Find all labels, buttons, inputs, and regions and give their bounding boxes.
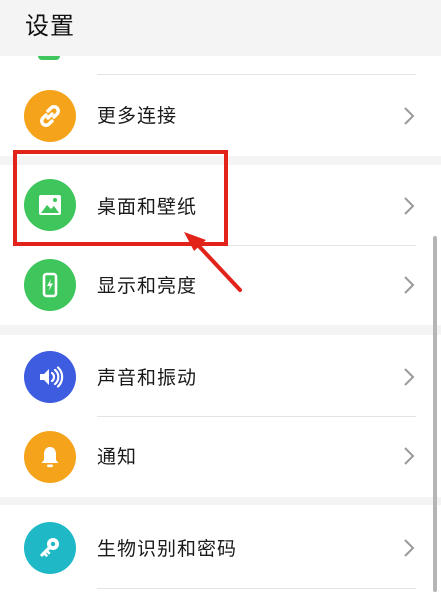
- partial-icon-top: [38, 56, 60, 60]
- settings-item-label: 生物识别和密码: [97, 538, 238, 560]
- settings-item-label: 更多连接: [97, 105, 178, 127]
- scrollbar[interactable]: [433, 236, 437, 592]
- chevron-right-icon: [404, 197, 415, 215]
- chevron-right-icon: [404, 539, 415, 557]
- chevron-right-icon: [404, 368, 415, 386]
- settings-item-label: 显示和亮度: [97, 275, 198, 297]
- settings-item-label: 声音和振动: [97, 367, 198, 389]
- chevron-right-icon: [404, 107, 415, 125]
- bell-icon: [24, 431, 76, 483]
- page-title: 设置: [25, 12, 75, 40]
- settings-item-more-connections[interactable]: 更多连接: [0, 74, 441, 158]
- key-icon: [24, 522, 76, 574]
- link-icon: [24, 90, 76, 142]
- highlight-box: [13, 150, 228, 246]
- chevron-right-icon: [404, 276, 415, 294]
- phone-brightness-icon: [24, 259, 76, 311]
- settings-item-notifications[interactable]: 通知: [0, 417, 441, 501]
- settings-item-display-brightness[interactable]: 显示和亮度: [0, 245, 441, 329]
- settings-item-sound-vibration[interactable]: 声音和振动: [0, 335, 441, 419]
- settings-item-label: 通知: [97, 446, 138, 468]
- settings-item-biometrics-password[interactable]: 生物识别和密码: [0, 505, 441, 589]
- chevron-right-icon: [404, 447, 415, 465]
- speaker-icon: [24, 351, 76, 403]
